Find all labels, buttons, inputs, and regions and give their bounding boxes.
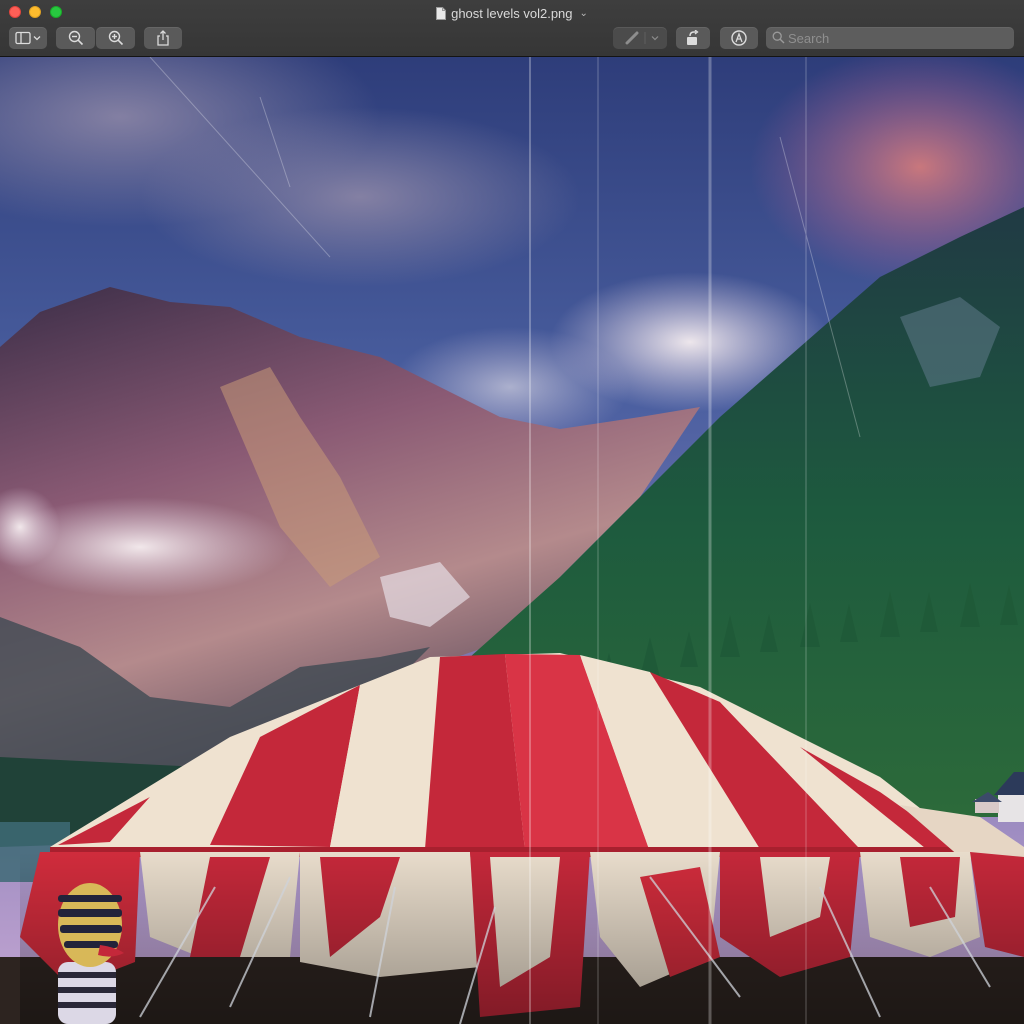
markup-icon [731, 30, 747, 46]
title-chevron-down-icon[interactable]: ⌄ [580, 8, 588, 19]
displayed-image [0, 57, 1024, 1024]
rotate-button[interactable] [676, 27, 710, 49]
search-field[interactable] [766, 27, 1014, 49]
preview-window: ghost levels vol2.png ⌄ [0, 0, 1024, 1024]
figure-sticker [58, 883, 124, 1024]
sidebar-icon [15, 31, 41, 45]
highlight-pen-button[interactable] [613, 27, 667, 49]
image-canvas[interactable] [0, 57, 1024, 1024]
sidebar-toggle-button[interactable] [9, 27, 47, 49]
search-input[interactable] [788, 27, 1008, 49]
rotate-icon [687, 30, 699, 45]
markup-button[interactable] [720, 27, 758, 49]
toolbar: ghost levels vol2.png ⌄ [0, 0, 1024, 57]
window-title-text: ghost levels vol2.png [451, 5, 573, 21]
zoom-in-icon [108, 30, 123, 46]
share-button[interactable] [144, 27, 182, 49]
window-title[interactable]: ghost levels vol2.png ⌄ [0, 4, 1024, 22]
pen-icon [625, 31, 659, 45]
document-icon [436, 6, 447, 20]
zoom-out-button[interactable] [56, 27, 95, 49]
zoom-in-button[interactable] [96, 27, 135, 49]
zoom-out-icon [68, 30, 83, 46]
search-icon [772, 31, 785, 44]
share-icon [157, 30, 169, 46]
